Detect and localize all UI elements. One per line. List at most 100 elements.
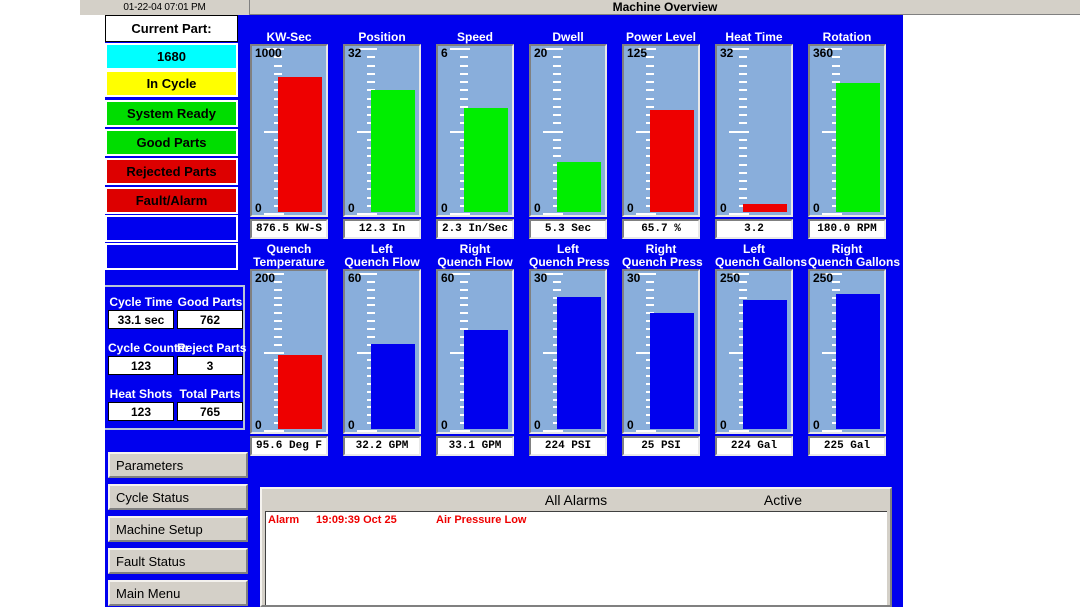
counter-value: 3 xyxy=(177,356,243,375)
menu-button-cycle-status[interactable]: Cycle Status xyxy=(108,484,248,510)
gauge-min-label: 0 xyxy=(348,418,355,432)
gauge-power-level: Power Level 125 0 65.7 % xyxy=(622,31,700,239)
gauge-title: Heat Time xyxy=(725,30,783,44)
counter-cell-4: Heat Shots 123 xyxy=(108,387,174,421)
gauge-title: Dwell xyxy=(552,30,584,44)
gauge-body: 125 0 xyxy=(622,44,700,217)
gauge-readout: 224 PSI xyxy=(529,436,607,456)
gauge-body: 20 0 xyxy=(529,44,607,217)
gauge-max-label: 32 xyxy=(348,46,362,60)
gauge-min-label: 0 xyxy=(348,201,355,215)
machine-overview-screen: 01-22-04 07:01 PM Machine Overview Curre… xyxy=(0,0,1080,607)
gauge-max-label: 250 xyxy=(813,271,834,285)
counter-label: Reject Parts xyxy=(177,341,247,355)
gauge-body: 32 0 xyxy=(715,44,793,217)
menu-button-label: Parameters xyxy=(116,457,184,473)
gauge-readout: 2.3 In/Sec xyxy=(436,219,514,239)
gauge-readout: 225 Gal xyxy=(808,436,886,456)
gauge-position: Position 32 0 12.3 In xyxy=(343,31,421,239)
gauge-body: 32 0 xyxy=(343,44,421,217)
gauge-max-label: 60 xyxy=(441,271,455,285)
menu-button-parameters[interactable]: Parameters xyxy=(108,452,248,478)
gauge-readout: 12.3 In xyxy=(343,219,421,239)
gauge-max-label: 250 xyxy=(720,271,741,285)
counters-panel: Cycle Time 33.1 sec Good Parts 762 Cycle Cou… xyxy=(105,285,247,430)
gauge-title-line2: Quench Flow xyxy=(344,255,420,269)
status-box-3[interactable]: System Ready xyxy=(105,100,238,127)
gauge-fill-bar xyxy=(371,344,415,429)
counter-label: Cycle Counter xyxy=(108,341,190,355)
gauge-min-label: 0 xyxy=(441,201,448,215)
alarm-row[interactable]: Alarm 19:09:39 Oct 25 Air Pressure Low xyxy=(266,512,887,527)
gauge-fill-bar xyxy=(371,90,415,212)
menu-button-fault-status[interactable]: Fault Status xyxy=(108,548,248,574)
gauge-kw-sec: KW-Sec 1000 0 876.5 KW-S xyxy=(250,31,328,239)
gauge-max-label: 30 xyxy=(534,271,548,285)
counter-cell-5: Total Parts 765 xyxy=(177,387,243,421)
menu-button-main-menu[interactable]: Main Menu xyxy=(108,580,248,606)
gauge-min-label: 0 xyxy=(255,201,262,215)
alarm-header-active: Active xyxy=(763,492,802,508)
gauge-min-label: 0 xyxy=(441,418,448,432)
gauge-min-label: 0 xyxy=(720,201,727,215)
gauge-fill-bar xyxy=(557,297,601,429)
gauge-readout: 95.6 Deg F xyxy=(250,436,328,456)
status-box-label: Rejected Parts xyxy=(126,164,217,179)
gauge-left-quench-gallons: Left Quench Gallons 250 0 224 Gal xyxy=(715,243,807,456)
status-box-label: Current Part: xyxy=(131,21,212,36)
gauge-max-label: 1000 xyxy=(255,46,282,60)
gauge-max-label: 32 xyxy=(720,46,734,60)
gauge-min-label: 0 xyxy=(627,201,634,215)
menu-button-label: Main Menu xyxy=(116,585,181,601)
gauge-readout: 32.2 GPM xyxy=(343,436,421,456)
gauge-max-label: 125 xyxy=(627,46,648,60)
gauge-min-label: 0 xyxy=(534,418,541,432)
counter-label: Total Parts xyxy=(179,387,241,401)
gauge-title-line2: Quench Press xyxy=(622,255,703,269)
gauge-right-quench-gallons: Right Quench Gallons 250 0 225 Gal xyxy=(808,243,901,456)
menu-button-label: Fault Status xyxy=(116,553,186,569)
status-box-8[interactable] xyxy=(105,243,238,270)
alarm-kind: Alarm xyxy=(268,513,300,526)
gauge-title: KW-Sec xyxy=(266,30,312,44)
counter-value: 123 xyxy=(108,402,174,421)
gauge-min-label: 0 xyxy=(255,418,262,432)
gauge-quench-temperature: Quench Temperature 200 0 95.6 Deg F xyxy=(250,243,328,456)
gauge-body: 60 xyxy=(436,44,514,217)
status-box-1[interactable]: 1680 xyxy=(105,43,238,70)
counter-cell-0: Cycle Time 33.1 sec xyxy=(108,295,174,329)
gauge-speed: Speed 6 0 2.3 In/Sec xyxy=(436,31,514,239)
gauge-readout: 65.7 % xyxy=(622,219,700,239)
gauge-fill-bar xyxy=(464,108,508,212)
gauge-body: 1000 0 xyxy=(250,44,328,217)
gauge-readout: 3.2 xyxy=(715,219,793,239)
gauge-body: 30 0 xyxy=(622,269,700,434)
gauge-min-label: 0 xyxy=(813,201,820,215)
gauge-title: Position xyxy=(358,30,406,44)
status-box-7[interactable] xyxy=(105,215,238,242)
gauge-max-label: 20 xyxy=(534,46,548,60)
left-status-column: Current Part: 1680 In Cycle System Ready Goo… xyxy=(105,15,248,607)
gauge-fill-bar xyxy=(278,77,322,212)
gauge-body: 200 0 xyxy=(250,269,328,434)
gauge-fill-bar xyxy=(557,162,601,212)
status-box-4[interactable]: Good Parts xyxy=(105,129,238,156)
gauge-scale xyxy=(725,48,753,215)
gauge-rotation: Rotation 360 0 180.0 RPM xyxy=(808,31,886,239)
gauge-title: Speed xyxy=(456,30,493,44)
gauge-title-line2: Quench Gallons xyxy=(808,255,901,269)
gauge-title: Rotation xyxy=(822,30,872,44)
alarm-list[interactable]: Alarm 19:09:39 Oct 25 Air Pressure Low xyxy=(265,511,887,605)
gauge-body: 60 0 xyxy=(343,269,421,434)
menu-button-machine-setup[interactable]: Machine Setup xyxy=(108,516,248,542)
status-box-5[interactable]: Rejected Parts xyxy=(105,158,238,185)
gauge-min-label: 0 xyxy=(534,201,541,215)
status-box-6[interactable]: Fault/Alarm xyxy=(105,187,238,214)
counter-label: Good Parts xyxy=(177,295,243,309)
gauge-fill-bar xyxy=(650,110,694,212)
gauge-min-label: 0 xyxy=(813,418,820,432)
gauge-left-quench-flow: Left Quench Flow 60 0 32.2 GPM xyxy=(343,243,421,456)
status-box-0[interactable]: Current Part: xyxy=(105,15,238,42)
status-box-2[interactable]: In Cycle xyxy=(105,70,238,97)
counter-value: 765 xyxy=(177,402,243,421)
